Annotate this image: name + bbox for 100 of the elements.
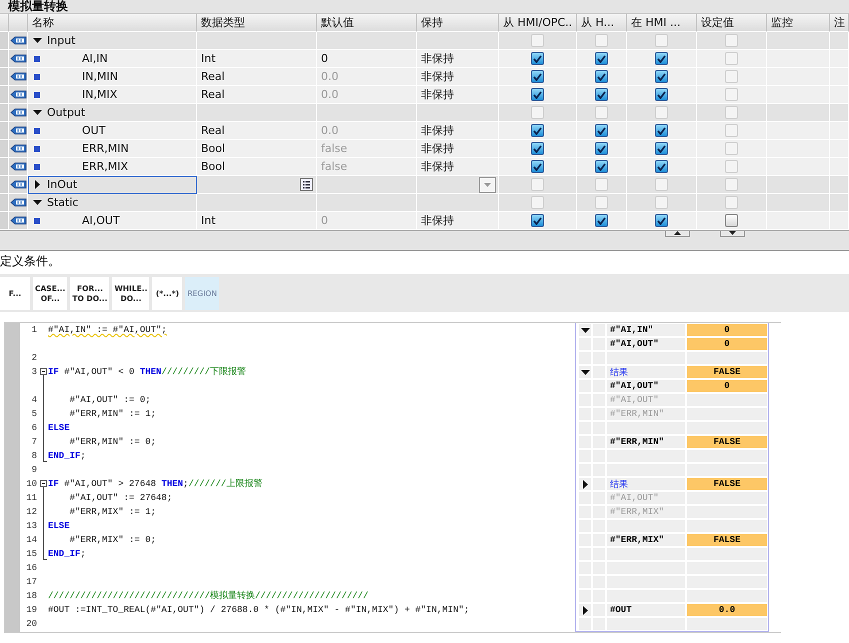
variable-name: Static — [47, 196, 78, 209]
checkbox[interactable] — [531, 52, 544, 65]
table-cell: Real — [197, 68, 317, 86]
line-number: 16 — [25, 562, 38, 575]
name-cell[interactable]: ERR,MIX — [28, 158, 197, 176]
tag-icon — [10, 35, 26, 46]
check-icon — [597, 144, 606, 152]
column-header[interactable]: 数据类型 — [197, 13, 317, 32]
table-cell: 非保持 — [417, 122, 499, 140]
check-icon — [533, 90, 542, 98]
monitor-cell — [593, 324, 605, 336]
expand-arrow-icon[interactable] — [34, 180, 40, 189]
checkbox[interactable] — [531, 160, 544, 173]
checkbox[interactable] — [531, 142, 544, 155]
column-header[interactable]: 从 H... — [577, 13, 627, 32]
checkbox[interactable] — [595, 88, 608, 101]
table-cell: 0 — [317, 212, 417, 230]
name-cell[interactable]: Input — [28, 32, 197, 50]
name-cell[interactable]: IN,MIX — [28, 86, 197, 104]
table-cell: 非保持 — [417, 86, 499, 104]
column-header[interactable]: 名称 — [28, 13, 197, 32]
dropdown-button[interactable] — [479, 176, 496, 192]
name-cell[interactable]: AI,OUT — [28, 212, 197, 230]
checkbox[interactable] — [725, 214, 738, 227]
checkbox[interactable] — [655, 160, 668, 173]
name-cell[interactable]: IN,MIN — [28, 68, 197, 86]
name-cell[interactable]: ERR,MIN — [28, 140, 197, 158]
name-cell[interactable]: InOut — [28, 176, 197, 194]
code-line: END_IF; — [48, 549, 86, 559]
table-cell — [830, 194, 849, 212]
column-header[interactable]: 默认值 — [317, 13, 417, 32]
checkbox[interactable] — [531, 88, 544, 101]
table-cell: 非保持 — [417, 140, 499, 158]
check-icon — [657, 54, 666, 62]
check-icon — [533, 144, 542, 152]
collapse-arrow-icon[interactable] — [32, 109, 42, 116]
line-number: 13 — [25, 520, 38, 533]
collapse-arrow-icon[interactable] — [32, 199, 42, 206]
value-cell: 0 — [687, 324, 767, 336]
collapse-box-icon[interactable] — [40, 480, 47, 487]
bullet-icon — [34, 146, 40, 152]
collapse-box-icon[interactable] — [40, 368, 47, 375]
line-number: 9 — [30, 464, 38, 477]
table-cell — [830, 32, 849, 50]
checkbox[interactable] — [655, 124, 668, 137]
tag-icon — [10, 179, 26, 190]
table-cell: 非保持 — [417, 158, 499, 176]
collapse-arrow-icon[interactable] — [580, 328, 590, 332]
name-cell[interactable]: Static — [28, 194, 197, 212]
checkbox[interactable] — [655, 142, 668, 155]
checkbox[interactable] — [655, 88, 668, 101]
expand-arrow-icon[interactable] — [582, 606, 588, 614]
code-line: #"ERR,MIX" := 1; — [68, 507, 156, 517]
table-cell — [830, 104, 849, 122]
line-number: 5 — [30, 408, 38, 421]
code-line: #"ERR,MIN" := 0; — [68, 437, 156, 447]
checkbox[interactable] — [595, 214, 608, 227]
code-line: #"AI,IN" := #"AI,OUT"; — [48, 325, 167, 335]
scroll-up-button[interactable] — [665, 231, 690, 237]
column-header[interactable]: 监控 — [767, 13, 830, 32]
line-number: 11 — [25, 492, 38, 505]
down-arrow-icon — [729, 231, 736, 235]
checkbox[interactable] — [595, 52, 608, 65]
list-button[interactable] — [300, 178, 313, 191]
table-cell — [830, 122, 849, 140]
table-cell: Int — [197, 212, 317, 230]
checkbox[interactable] — [531, 214, 544, 227]
column-header[interactable]: 注 — [830, 13, 849, 32]
checkbox[interactable] — [595, 70, 608, 83]
checkbox[interactable] — [595, 124, 608, 137]
column-header[interactable]: 从 HMI/OPC.. — [499, 13, 577, 32]
collapse-arrow-icon[interactable] — [32, 37, 42, 44]
scroll-down-button[interactable] — [720, 231, 745, 237]
line-number: 20 — [25, 618, 38, 631]
checkbox[interactable] — [531, 124, 544, 137]
table-cell: Int — [197, 50, 317, 68]
checkbox[interactable] — [595, 160, 608, 173]
value-cell: 0.0 — [687, 604, 767, 616]
table-cell: 非保持 — [417, 50, 499, 68]
column-header[interactable]: 在 HMI ... — [627, 13, 697, 32]
checkbox[interactable] — [595, 142, 608, 155]
checkbox[interactable] — [531, 70, 544, 83]
checkbox[interactable] — [655, 70, 668, 83]
line-number: 2 — [30, 352, 38, 365]
table-cell: 0.0 — [317, 86, 417, 104]
checkbox[interactable] — [655, 52, 668, 65]
column-header[interactable]: 设定值 — [697, 13, 767, 32]
name-cell[interactable]: OUT — [28, 122, 197, 140]
checkbox[interactable] — [655, 214, 668, 227]
column-header[interactable]: 保持 — [417, 13, 499, 32]
collapse-arrow-icon[interactable] — [580, 370, 590, 374]
expand-arrow-icon[interactable] — [582, 480, 588, 488]
code-line: #OUT :=INT_TO_REAL(#"AI,OUT") / 27688.0 * (#"IN,MIX" - #"IN,MIX") + #"IN,MIN"; — [48, 605, 470, 615]
name-cell[interactable]: AI,IN — [28, 50, 197, 68]
table-cell: false — [317, 140, 417, 158]
line-number: 8 — [30, 450, 38, 463]
line-number: 12 — [25, 506, 38, 519]
tag-icon — [10, 161, 26, 172]
tag-icon — [10, 89, 26, 100]
name-cell[interactable]: Output — [28, 104, 197, 122]
